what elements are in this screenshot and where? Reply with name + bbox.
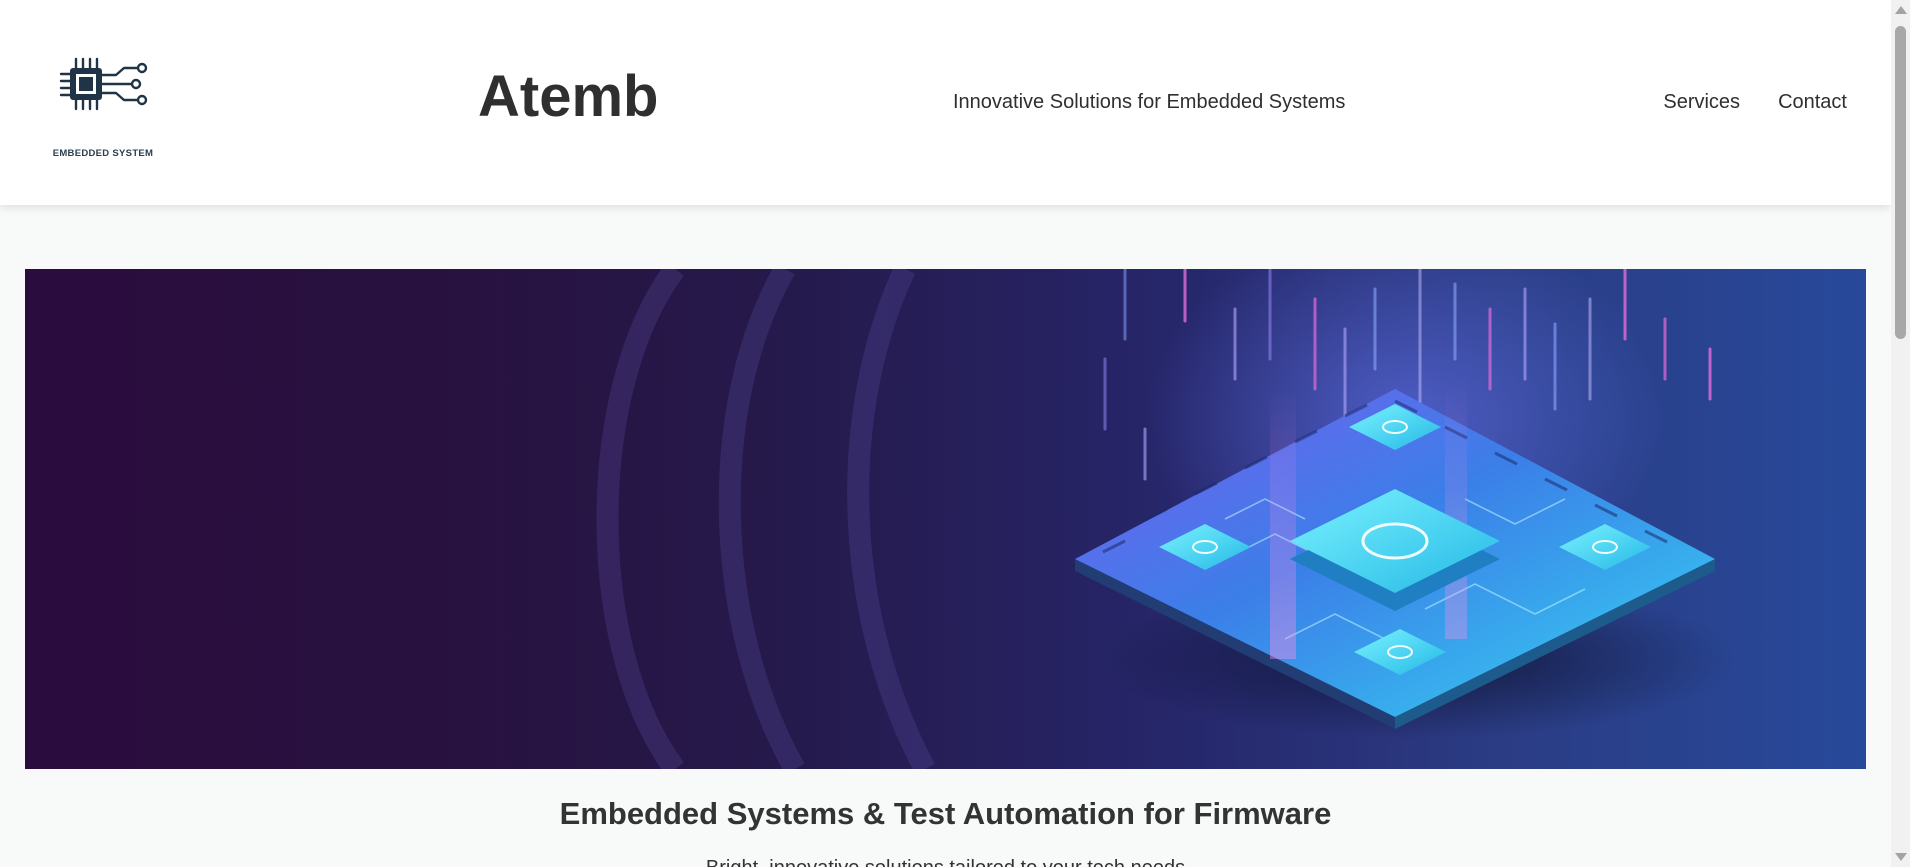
scrollbar-thumb[interactable] (1895, 26, 1906, 339)
site-tagline: Innovative Solutions for Embedded System… (953, 91, 1346, 113)
main-nav: Services Contact (1663, 92, 1847, 112)
page: EMBEDDED SYSTEM Atemb Innovative Solutio… (0, 0, 1891, 867)
site-title[interactable]: Atemb (478, 68, 658, 126)
page-scrollbar[interactable] (1891, 0, 1910, 867)
hero-banner (25, 269, 1866, 769)
scroll-down-arrow-icon[interactable] (1895, 853, 1907, 861)
microchip-circuit-icon (59, 57, 148, 111)
nav-link-services[interactable]: Services (1663, 92, 1740, 112)
site-header: EMBEDDED SYSTEM Atemb Innovative Solutio… (0, 0, 1891, 205)
logo-caption: EMBEDDED SYSTEM (52, 148, 154, 159)
nav-link-contact[interactable]: Contact (1778, 92, 1847, 112)
hero-title: Embedded Systems & Test Automation for F… (559, 796, 1332, 831)
logo[interactable]: EMBEDDED SYSTEM (52, 56, 153, 166)
hero-subtitle: Bright, innovative solutions tailored to… (0, 858, 1891, 867)
scroll-up-arrow-icon[interactable] (1895, 6, 1907, 14)
circuit-board-illustration (596, 269, 1735, 769)
